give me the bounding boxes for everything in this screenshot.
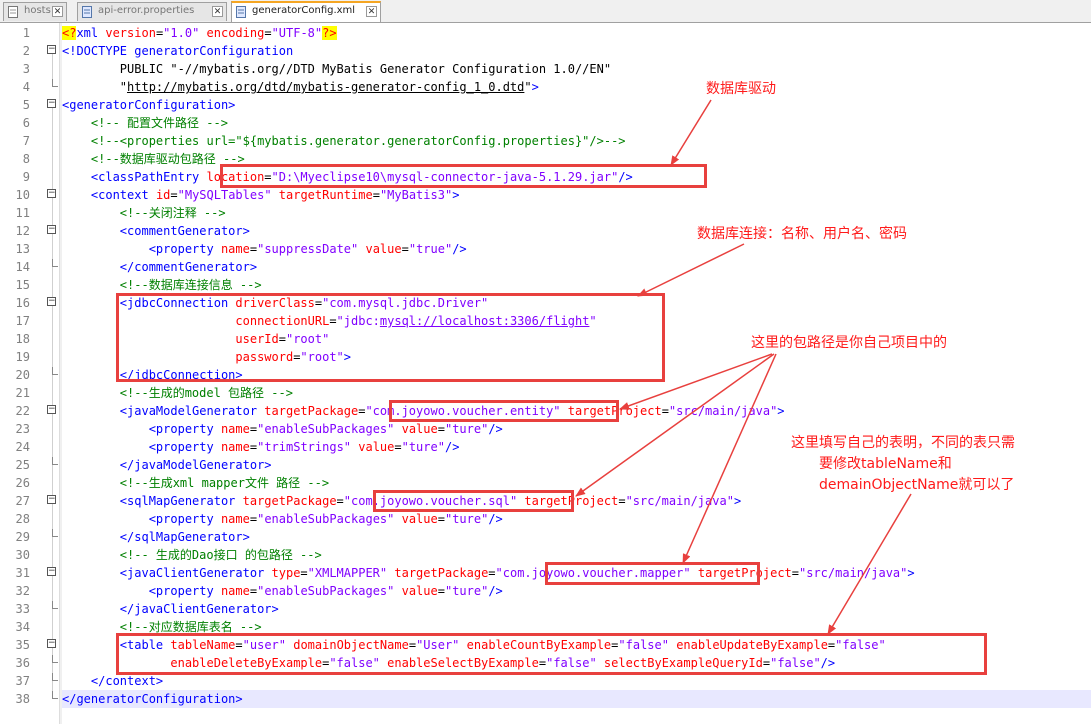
arrow-table bbox=[827, 493, 912, 635]
arrow-connection bbox=[637, 243, 745, 297]
annotation-arrows bbox=[575, 99, 912, 635]
arrow-model-package bbox=[619, 353, 773, 410]
arrow-driver bbox=[670, 99, 712, 166]
